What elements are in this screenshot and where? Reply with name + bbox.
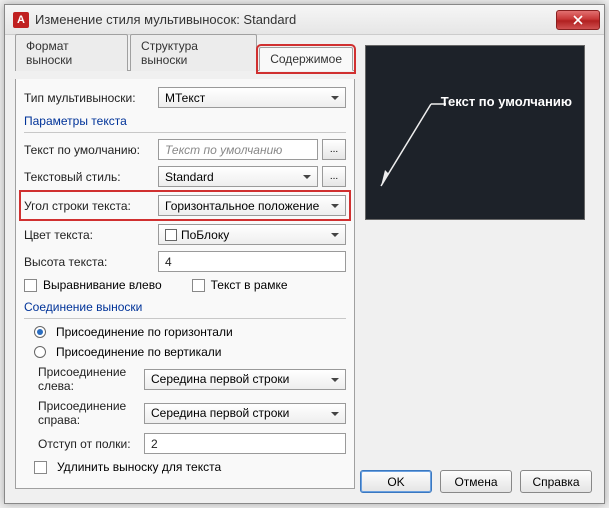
default-text-browse-button[interactable]: ...: [322, 139, 346, 160]
landing-gap-label: Отступ от полки:: [24, 437, 140, 451]
titlebar: А Изменение стиля мультивыносок: Standar…: [5, 5, 604, 35]
multileader-type-select[interactable]: МТекст: [158, 87, 346, 108]
text-height-input[interactable]: 4: [158, 251, 346, 272]
attach-vertical-radio[interactable]: [34, 346, 46, 358]
tabs: Формат выноски Структура выноски Содержи…: [15, 45, 355, 71]
default-text-label: Текст по умолчанию:: [24, 143, 154, 157]
help-button[interactable]: Справка: [520, 470, 592, 493]
cancel-button[interactable]: Отмена: [440, 470, 512, 493]
text-angle-select[interactable]: Горизонтальное положение: [158, 195, 346, 216]
text-height-label: Высота текста:: [24, 255, 154, 269]
window-title: Изменение стиля мультивыносок: Standard: [35, 12, 556, 27]
app-icon: А: [13, 12, 29, 28]
dialog-window: А Изменение стиля мультивыносок: Standar…: [4, 4, 605, 504]
default-text-input[interactable]: Текст по умолчанию: [158, 139, 318, 160]
multileader-type-label: Тип мультивыноски:: [24, 91, 154, 105]
close-button[interactable]: [556, 10, 600, 30]
close-icon: [573, 15, 583, 25]
tab-panel-content: Тип мультивыноски: МТекст Параметры текс…: [15, 79, 355, 489]
text-style-select[interactable]: Standard: [158, 166, 318, 187]
attach-horizontal-radio[interactable]: [34, 326, 46, 338]
group-leader-attach: Соединение выноски: [24, 300, 346, 314]
leader-preview-icon: [366, 46, 586, 221]
text-style-browse-button[interactable]: ...: [322, 166, 346, 187]
dialog-footer: OK Отмена Справка: [360, 470, 592, 493]
group-text-params: Параметры текста: [24, 114, 346, 128]
color-swatch-icon: [165, 229, 177, 241]
text-style-label: Текстовый стиль:: [24, 170, 154, 184]
landing-gap-input[interactable]: 2: [144, 433, 346, 454]
preview-text: Текст по умолчанию: [441, 94, 572, 109]
tab-content[interactable]: Содержимое: [259, 47, 353, 71]
preview-pane: Текст по умолчанию: [365, 45, 585, 220]
align-left-checkbox[interactable]: Выравнивание влево: [24, 278, 162, 292]
checkbox-icon: [24, 279, 37, 292]
attach-left-select[interactable]: Середина первой строки: [144, 369, 346, 390]
attach-right-label: Присоединение справа:: [24, 399, 140, 427]
text-color-select[interactable]: ПоБлоку: [158, 224, 346, 245]
tab-leader-format[interactable]: Формат выноски: [15, 34, 128, 71]
text-color-label: Цвет текста:: [24, 228, 154, 242]
text-angle-label: Угол строки текста:: [24, 199, 154, 213]
extend-leader-checkbox[interactable]: Удлинить выноску для текста: [57, 460, 221, 474]
tab-leader-structure[interactable]: Структура выноски: [130, 34, 257, 71]
attach-right-select[interactable]: Середина первой строки: [144, 403, 346, 424]
frame-text-checkbox[interactable]: Текст в рамке: [192, 278, 288, 292]
checkbox-icon: [34, 461, 47, 474]
ok-button[interactable]: OK: [360, 470, 432, 493]
checkbox-icon: [192, 279, 205, 292]
attach-left-label: Присоединение слева:: [24, 365, 140, 393]
